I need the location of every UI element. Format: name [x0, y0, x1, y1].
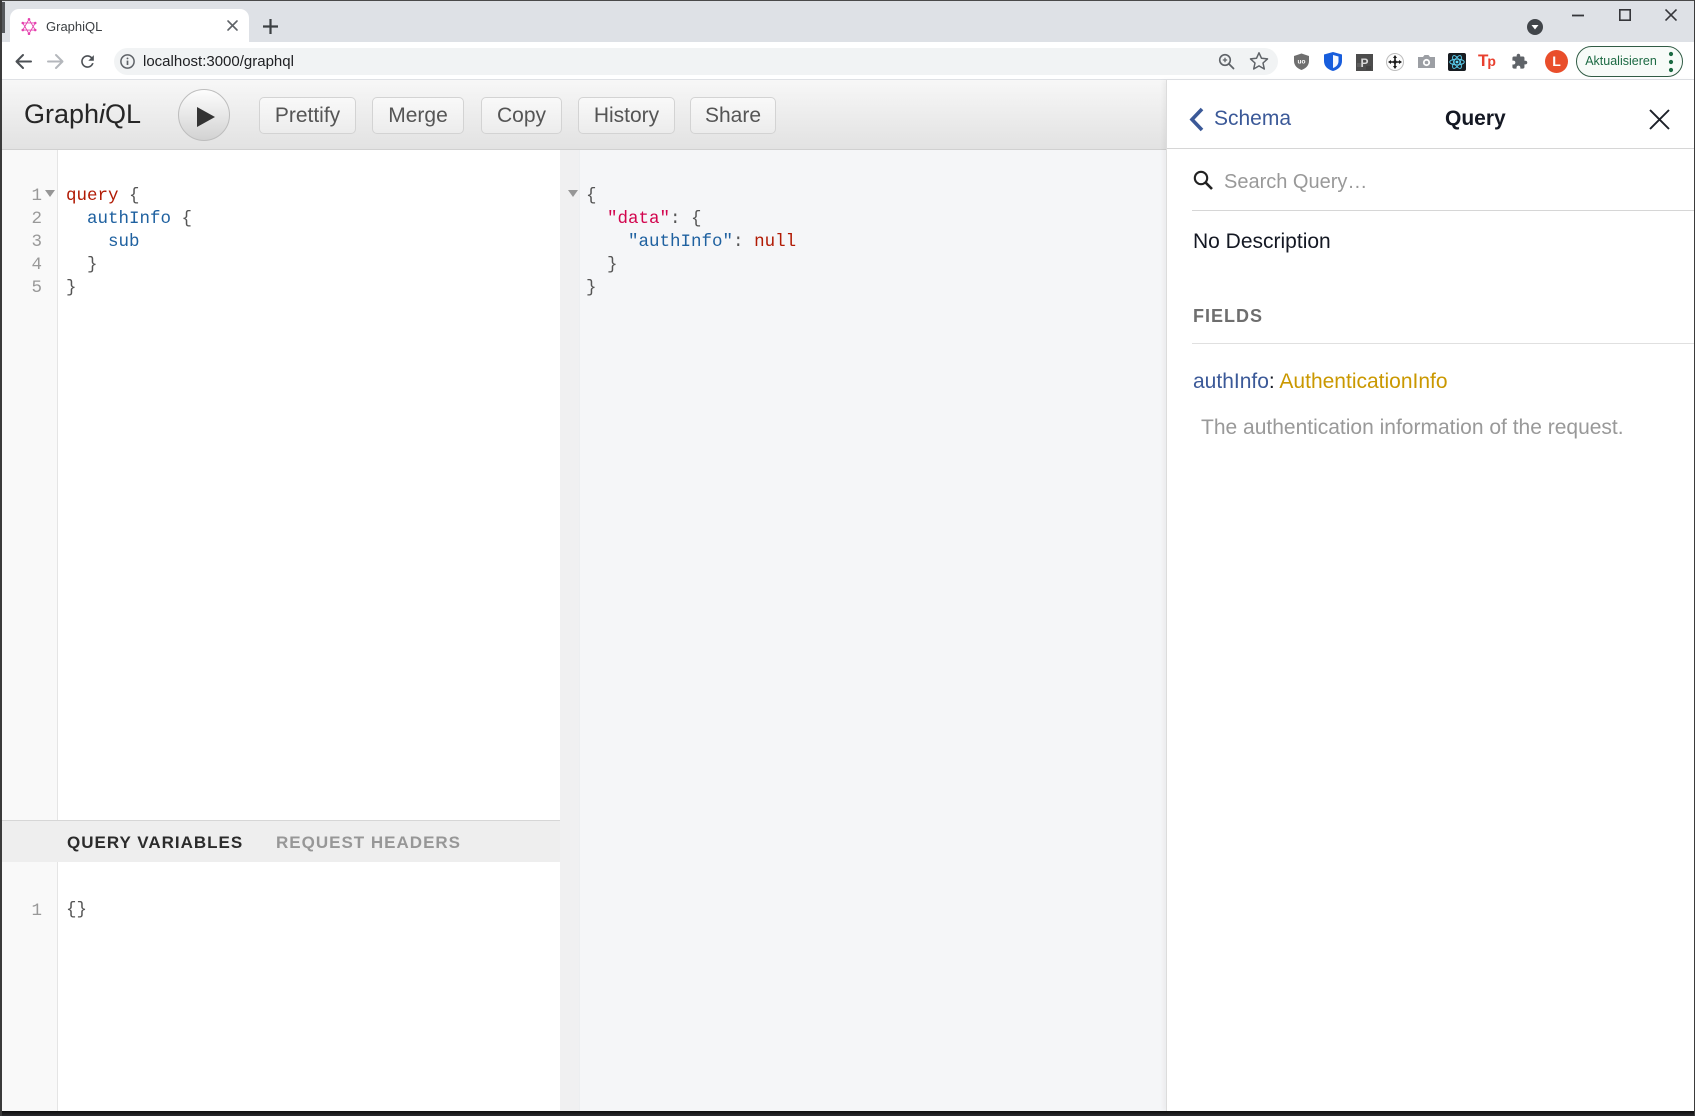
- svg-text:uo: uo: [1298, 59, 1306, 66]
- svg-text:P: P: [1360, 55, 1368, 69]
